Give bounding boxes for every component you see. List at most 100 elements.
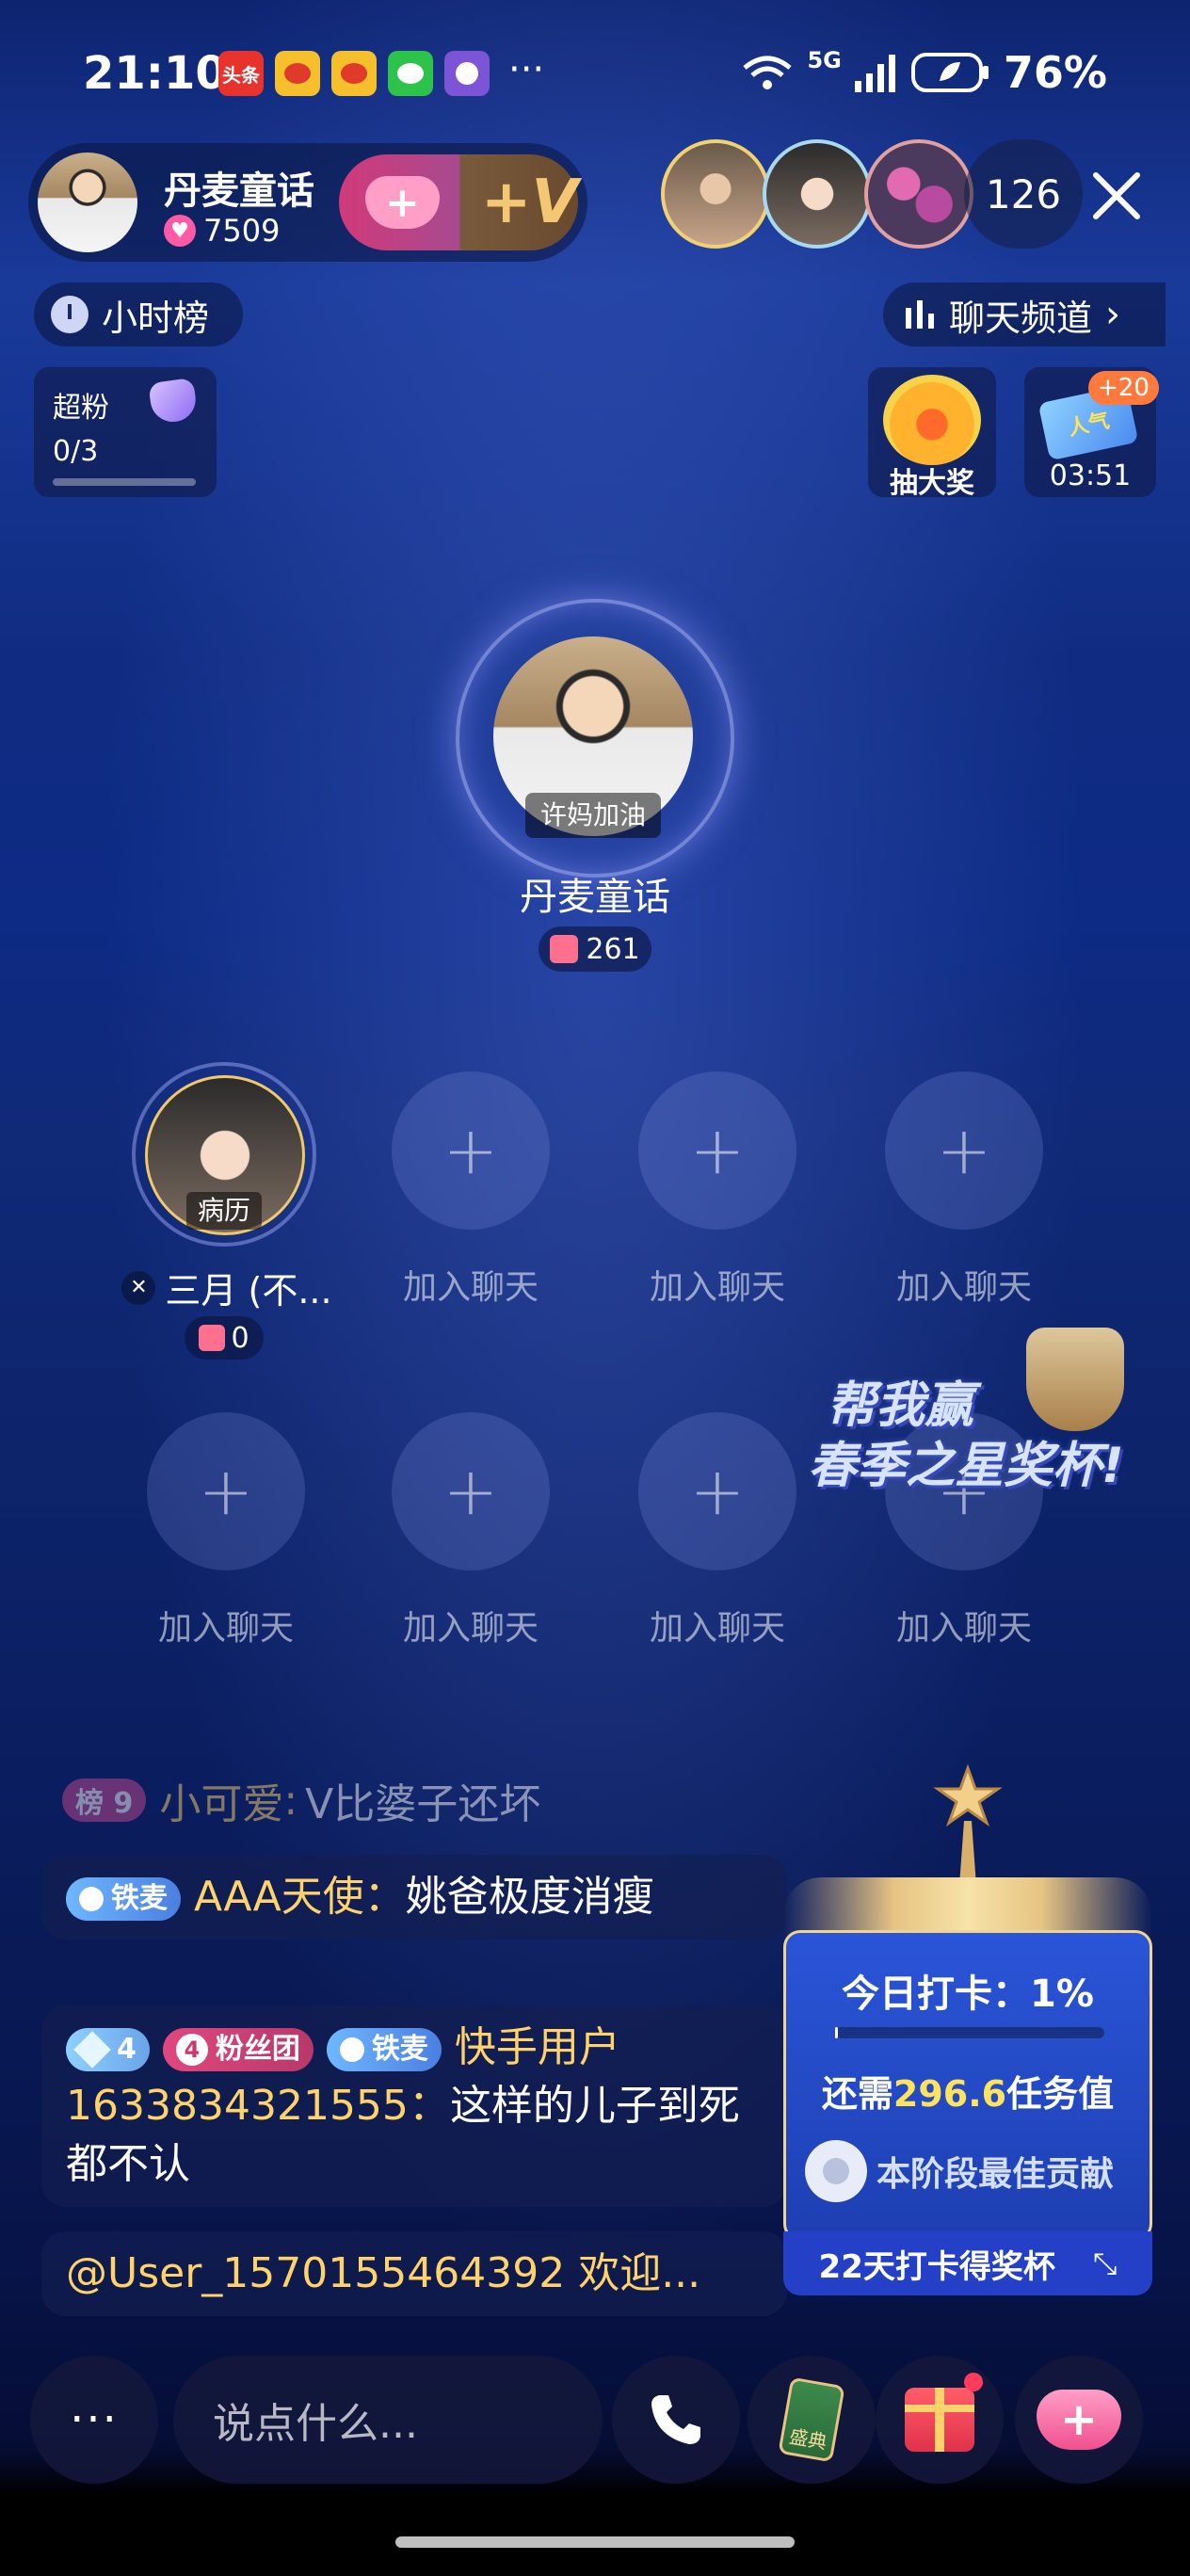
host-likes: ♥ 7509: [164, 213, 280, 249]
host-avatar[interactable]: [38, 153, 137, 252]
more-dots-icon: ···: [70, 2393, 119, 2446]
checkin-need-value: 296.6: [892, 2073, 1007, 2115]
mic-muted-icon: ✕: [121, 1270, 156, 1305]
chat-welcome-text: @User_1570155464392 欢迎...: [66, 2249, 701, 2297]
chat-welcome-message[interactable]: @User_1570155464392 欢迎...: [41, 2231, 787, 2316]
host-name: 丹麦童话: [164, 169, 314, 213]
fan-level: 4: [175, 2034, 208, 2066]
empty-seat[interactable]: +: [392, 1071, 550, 1230]
fan-club-button[interactable]: + +V: [339, 154, 578, 250]
empty-seat-label: 加入聊天: [157, 1609, 294, 1648]
viewer-avatars[interactable]: [661, 139, 973, 250]
gift-box-icon: [905, 2388, 974, 2452]
fan-club-badge: 4 粉丝团: [162, 2028, 314, 2071]
chat-faded-message: 榜 9 小可爱: V比婆子还坏: [62, 1770, 778, 1830]
chat-channel-label: 聊天频道: [949, 297, 1093, 339]
weibo-icon: [275, 51, 320, 96]
empty-seat[interactable]: +: [147, 1412, 305, 1570]
close-icon[interactable]: [1079, 158, 1154, 233]
empty-seat[interactable]: +: [638, 1412, 796, 1570]
main-seat-gifts: 261: [539, 926, 651, 972]
plus-icon: +: [442, 1453, 499, 1530]
chat-user: AAA天使: [194, 1873, 364, 1921]
empty-seat-label: 加入聊天: [402, 1609, 539, 1648]
hour-rank-button[interactable]: 小时榜: [34, 282, 243, 346]
gift-button[interactable]: [876, 2356, 1004, 2484]
wechat-icon: [388, 51, 433, 96]
comment-input[interactable]: 说点什么...: [173, 2356, 603, 2484]
lottery-icon: [883, 375, 981, 465]
popularity-button[interactable]: 人气 +20 03:51: [1024, 367, 1159, 497]
occupied-seat[interactable]: 病历: [132, 1062, 316, 1247]
mic-level-icon: [339, 2037, 364, 2062]
chat-message[interactable]: 铁麦 AAA天使：姚爸极度消瘦: [41, 1855, 787, 1940]
lottery-button[interactable]: 抽大奖: [868, 367, 996, 500]
chat-channel-button[interactable]: 聊天频道 ›: [883, 282, 1166, 346]
diamond-badge: 4: [66, 2028, 150, 2071]
mic-level-icon: [79, 1887, 104, 1911]
superfan-card[interactable]: 超粉 0/3: [34, 367, 217, 497]
host-card[interactable]: 丹麦童话 ♥ 7509 + +V: [28, 143, 587, 262]
viewer-count[interactable]: 126: [964, 139, 1083, 249]
signal-icon: [854, 55, 895, 92]
checkin-card[interactable]: 今日打卡：1% 还需296.6任务值 本阶段最佳贡献 22天打卡得奖杯 ⤡: [783, 1763, 1152, 2295]
empty-seat[interactable]: +: [392, 1412, 550, 1570]
occupied-seat-name: 三月 (不...: [165, 1270, 332, 1312]
viewer-avatar[interactable]: [864, 139, 973, 249]
more-button[interactable]: ···: [30, 2356, 158, 2484]
tiemai-badge: 铁麦: [66, 1877, 181, 1921]
popularity-icon-text: 人气: [1066, 409, 1112, 442]
purple-heart-icon: [148, 377, 199, 426]
chat-text: 姚爸极度消瘦: [405, 1873, 654, 1921]
chevron-right-icon: ›: [1105, 293, 1121, 336]
viewer-avatar[interactable]: [763, 139, 872, 249]
viewer-avatar[interactable]: [661, 139, 770, 249]
plus-icon: +: [689, 1112, 746, 1189]
superfan-progress-track: [53, 478, 196, 486]
trophy-icon: [1026, 1328, 1124, 1431]
empty-seat[interactable]: +: [885, 1071, 1043, 1230]
checkin-need-prefix: 还需: [821, 2073, 893, 2115]
main-seat[interactable]: 许妈加油: [456, 599, 734, 877]
main-seat-name: 丹麦童话: [520, 876, 670, 919]
ceremony-icon: 盛典: [778, 2376, 845, 2463]
plus-icon: +: [442, 1112, 499, 1189]
clock-icon: [51, 296, 88, 333]
popularity-badge: +20: [1088, 371, 1159, 405]
occupied-seat-gift-count: 0: [231, 1321, 249, 1355]
collapse-icon[interactable]: ⤡: [1093, 2246, 1118, 2282]
spring-star-promo[interactable]: 帮我赢 春季之星奖杯!: [808, 1328, 1166, 1497]
chat-message[interactable]: 4 4 粉丝团 铁麦 快手用户1633834321555：这样的儿子到死都不认: [41, 2005, 787, 2207]
toutiao-icon: 头条: [218, 51, 264, 96]
ceremony-label: 盛典: [787, 2424, 829, 2454]
occupied-seat-gifts: 0: [185, 1316, 264, 1360]
empty-seat[interactable]: +: [638, 1071, 796, 1230]
plus-v-icon: +V: [480, 168, 578, 237]
empty-seat-label: 加入聊天: [649, 1268, 785, 1307]
comment-placeholder: 说点什么...: [213, 2400, 418, 2448]
status-bar: 21:10 头条 ··· 5G 76%: [0, 38, 1190, 113]
superfan-label: 超粉: [53, 392, 109, 425]
tiemai-badge: 铁麦: [326, 2028, 442, 2071]
promo-line2: 春季之星奖杯!: [808, 1438, 1124, 1494]
phone-icon: [651, 2395, 700, 2444]
like-button[interactable]: +: [1015, 2356, 1143, 2484]
status-time: 21:10: [83, 47, 227, 100]
notification-dot: [964, 2373, 983, 2391]
occupied-seat-tag: 病历: [186, 1192, 262, 1230]
wifi-icon: [743, 56, 793, 89]
call-button[interactable]: [612, 2356, 740, 2484]
status-right: 5G 76%: [741, 47, 1107, 98]
checkin-footer[interactable]: 22天打卡得奖杯 ⤡: [783, 2231, 1152, 2295]
lotus-plus-icon: +: [365, 176, 440, 229]
checkin-title: 今日打卡：1%: [842, 1972, 1094, 2016]
gift-icon: [199, 1325, 226, 1351]
ceremony-button[interactable]: 盛典: [748, 2356, 876, 2484]
superfan-progress-text: 0/3: [53, 435, 99, 468]
tiemai-badge-label: 铁麦: [111, 1882, 168, 1915]
battery-icon: [910, 53, 989, 92]
home-indicator[interactable]: [395, 2536, 795, 2548]
heart-icon: ♥: [164, 215, 196, 247]
gift-icon: [550, 935, 579, 963]
user-placeholder-icon: [805, 2140, 867, 2202]
